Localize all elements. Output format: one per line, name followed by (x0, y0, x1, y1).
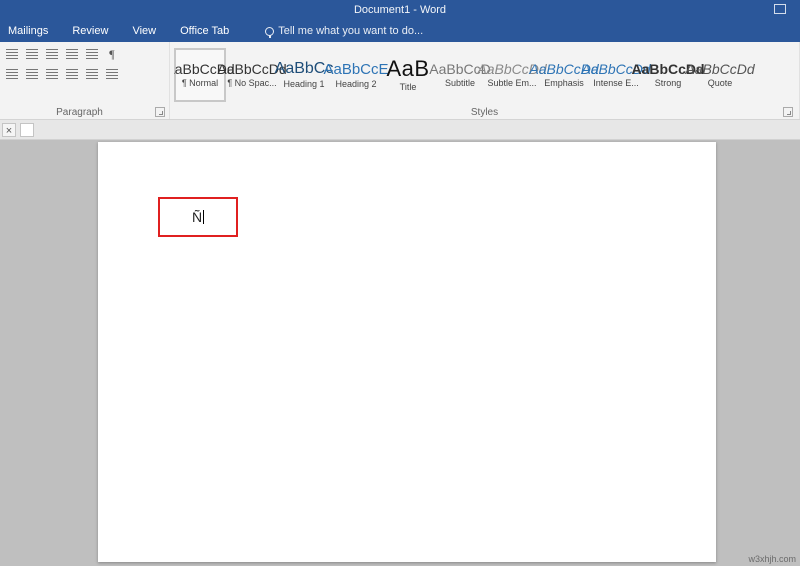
style-name-label: Heading 1 (283, 79, 324, 89)
style-name-label: Emphasis (544, 78, 584, 88)
tell-me-search[interactable]: Tell me what you want to do... (265, 25, 423, 37)
style-item-title[interactable]: AaB Title (382, 48, 434, 102)
increase-indent-button[interactable] (84, 46, 100, 62)
watermark: w3xhjh.com (748, 554, 796, 564)
ribbon-tabs: Mailings Review View Office Tab Tell me … (0, 20, 800, 42)
title-bar: Document1 - Word (0, 0, 800, 20)
style-name-label: Title (400, 82, 417, 92)
annotation-highlight-box: Ñ (158, 197, 238, 237)
align-left-button[interactable] (4, 66, 20, 82)
style-name-label: Subtle Em... (487, 78, 536, 88)
styles-gallery[interactable]: AaBbCcDd¶ NormalAaBbCcDd¶ No Spac...AaBb… (174, 46, 795, 104)
lightbulb-icon (265, 27, 274, 36)
restore-window-icon[interactable] (774, 4, 786, 14)
line-spacing-button[interactable] (84, 66, 100, 82)
style-preview: AaB (386, 58, 429, 80)
styles-dialog-launcher[interactable] (783, 107, 793, 117)
typed-character: Ñ (192, 209, 202, 225)
style-name-label: Intense E... (593, 78, 639, 88)
bullets-button[interactable] (4, 46, 20, 62)
style-item--no-spac-[interactable]: AaBbCcDd¶ No Spac... (226, 48, 278, 102)
style-item-heading-2[interactable]: AaBbCcEHeading 2 (330, 48, 382, 102)
style-preview: AaBbCcE (323, 62, 388, 77)
paragraph-dialog-launcher[interactable] (155, 107, 165, 117)
document-page[interactable]: Ñ (98, 142, 716, 562)
align-center-button[interactable] (24, 66, 40, 82)
style-name-label: Heading 2 (335, 79, 376, 89)
group-label-styles: Styles (471, 105, 498, 118)
style-item-quote[interactable]: AaBbCcDdQuote (694, 48, 746, 102)
group-styles: AaBbCcDd¶ NormalAaBbCcDd¶ No Spac...AaBb… (170, 42, 800, 119)
tell-me-placeholder: Tell me what you want to do... (278, 25, 423, 37)
document-area: Ñ w3xhjh.com (0, 140, 800, 566)
style-name-label: ¶ Normal (182, 78, 218, 88)
text-cursor (203, 210, 204, 224)
tab-mailings[interactable]: Mailings (4, 22, 52, 40)
style-name-label: ¶ No Spac... (227, 78, 276, 88)
group-paragraph: ¶ Paragraph (0, 42, 170, 119)
style-name-label: Subtitle (445, 78, 475, 88)
style-name-label: Strong (655, 78, 682, 88)
align-right-button[interactable] (44, 66, 60, 82)
close-pane-button[interactable]: × (2, 123, 16, 137)
multilevel-list-button[interactable] (44, 46, 60, 62)
group-label-paragraph: Paragraph (4, 105, 155, 118)
style-name-label: Quote (708, 78, 733, 88)
numbering-button[interactable] (24, 46, 40, 62)
ribbon: ¶ Paragraph AaBbCcDd ¶ Normal AaBbCcDd¶ No… (0, 42, 800, 120)
show-hide-marks-button[interactable]: ¶ (104, 46, 120, 62)
style-item-heading-1[interactable]: AaBbCcHeading 1 (278, 48, 330, 102)
tab-view[interactable]: View (128, 22, 160, 40)
style-preview: AaBbCcDd (685, 62, 754, 76)
window-title: Document1 - Word (354, 4, 446, 16)
justify-button[interactable] (64, 66, 80, 82)
paragraph-toolbar: ¶ (4, 46, 165, 82)
shading-button[interactable] (104, 66, 120, 82)
ruler-strip: × (0, 120, 800, 140)
tab-review[interactable]: Review (68, 22, 112, 40)
decrease-indent-button[interactable] (64, 46, 80, 62)
tab-office-tab[interactable]: Office Tab (176, 22, 233, 40)
pane-box[interactable] (20, 123, 34, 137)
